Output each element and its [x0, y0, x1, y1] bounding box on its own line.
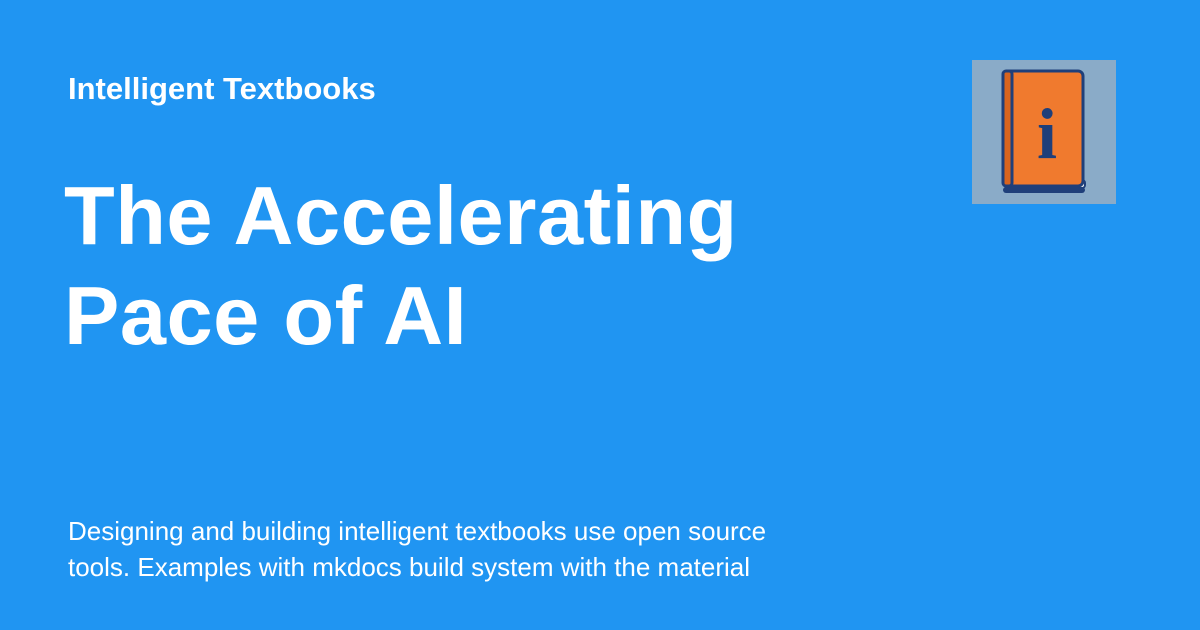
page-title: The Accelerating Pace of AI [64, 169, 738, 362]
social-card: Intelligent Textbooks The Accelerating P… [0, 0, 1200, 630]
book-info-icon: i [972, 60, 1116, 204]
book-logo-svg: i [972, 60, 1116, 204]
page-description: Designing and building intelligent textb… [68, 516, 767, 582]
info-glyph: i [1037, 94, 1057, 174]
site-name: Intelligent Textbooks [68, 71, 376, 106]
